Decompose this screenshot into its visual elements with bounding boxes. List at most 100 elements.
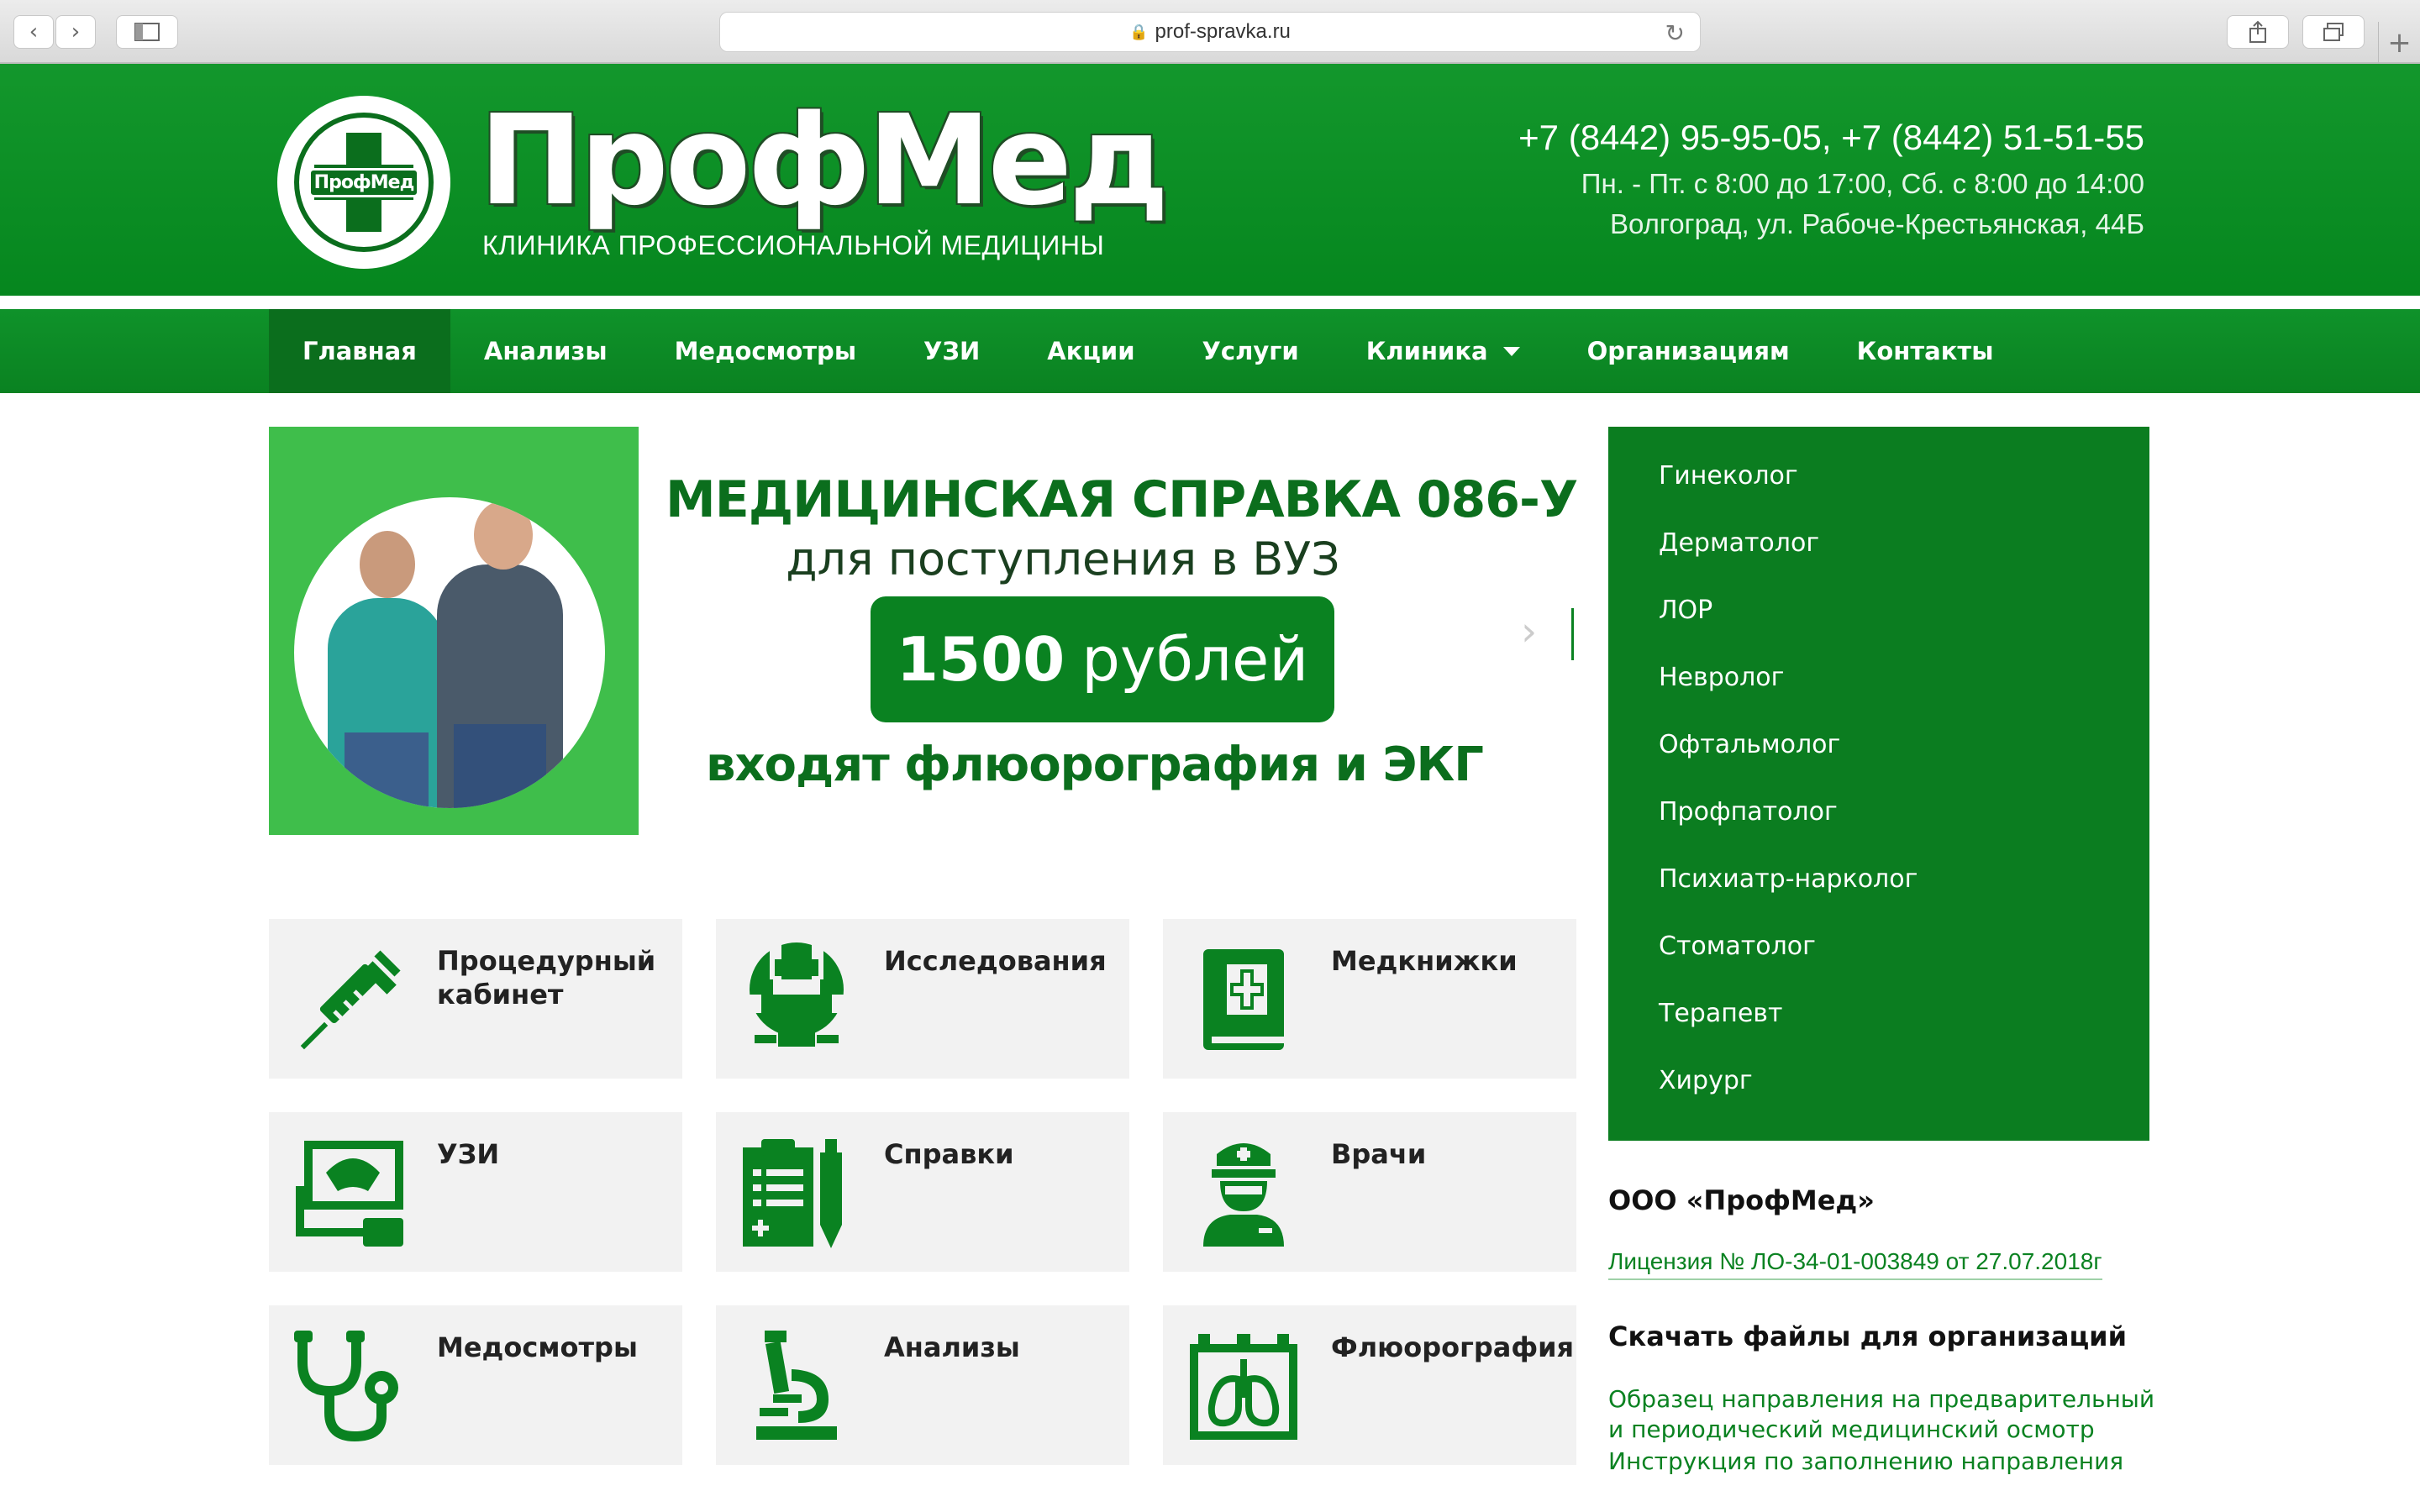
sidebar-item-therapist[interactable]: Терапевт xyxy=(1608,979,2149,1047)
sidebar-item-dentist[interactable]: Стоматолог xyxy=(1608,912,2149,979)
microscope-icon xyxy=(756,1331,837,1440)
sidebar-item-psychiatrist-narcologist[interactable]: Психиатр-нарколог xyxy=(1608,845,2149,912)
slider-indicator[interactable] xyxy=(1571,608,1574,660)
price-badge: 1500 рублей xyxy=(871,596,1334,722)
clinic-seal-logo[interactable]: ПрофМед xyxy=(277,96,450,269)
tile-medical-exams[interactable]: Медосмотры xyxy=(269,1305,682,1465)
tile-analyses[interactable]: Анализы xyxy=(716,1305,1129,1465)
student-boy-legs xyxy=(454,724,546,808)
student-boy-head xyxy=(474,501,533,570)
nav-item-services[interactable]: Услуги xyxy=(1169,309,1333,393)
sidebar-item-ent[interactable]: ЛОР xyxy=(1608,576,2149,643)
browser-toolbar: ‹ › 🔒 prof-spravka.ru ↻ + xyxy=(0,0,2420,64)
tile-medbooks[interactable]: Медкнижки xyxy=(1163,919,1576,1079)
doctors-sidebar-menu: Гинеколог Дерматолог ЛОР Невролог Офталь… xyxy=(1608,427,2149,1141)
promo-banner[interactable]: МЕДИЦИНСКАЯ СПРАВКА 086-У для поступлени… xyxy=(269,427,1578,835)
nav-label: Контакты xyxy=(1856,337,1994,365)
download-referral-sample-link[interactable]: Образец направления на предварительный и… xyxy=(1608,1384,2163,1445)
address-bar[interactable]: 🔒 prof-spravka.ru ↻ xyxy=(719,12,1701,52)
tile-label: УЗИ xyxy=(437,1138,500,1170)
tile-label: Справки xyxy=(884,1138,1014,1170)
price-currency: рублей xyxy=(1081,624,1309,695)
share-icon xyxy=(2249,20,2266,43)
share-button[interactable] xyxy=(2227,15,2289,49)
contact-phones[interactable]: +7 (8442) 95-95-05, +7 (8442) 51-51-55 xyxy=(1518,118,2144,158)
sidebar-item-occupational-pathologist[interactable]: Профпатолог xyxy=(1608,778,2149,845)
nav-item-medical-exams[interactable]: Медосмотры xyxy=(641,309,890,393)
download-instruction-link[interactable]: Инструкция по заполнению направления xyxy=(1608,1446,2163,1477)
plus-icon: + xyxy=(2387,26,2412,60)
nav-item-analyses[interactable]: Анализы xyxy=(450,309,641,393)
license-link[interactable]: Лицензия № ЛО-34-01-003849 от 27.07.2018… xyxy=(1608,1248,2102,1280)
price-amount: 1500 xyxy=(896,624,1065,695)
forward-button[interactable]: › xyxy=(55,15,96,49)
header-divider xyxy=(0,296,2420,301)
tile-label: Процедурный кабинет xyxy=(437,945,656,1011)
nav-label: Анализы xyxy=(483,337,608,365)
tabs-overview-button[interactable] xyxy=(2302,15,2365,49)
nav-label: Организациям xyxy=(1586,337,1790,365)
nav-item-home[interactable]: Главная xyxy=(269,309,450,393)
tile-fluorography[interactable]: Флюорография xyxy=(1163,1305,1576,1465)
tile-certificates[interactable]: Справки xyxy=(716,1112,1129,1272)
seal-ring: ПрофМед xyxy=(294,113,434,252)
nav-item-clinic[interactable]: Клиника xyxy=(1333,309,1554,393)
nav-label: Главная xyxy=(302,337,417,365)
nav-item-ultrasound[interactable]: УЗИ xyxy=(890,309,1013,393)
main-navigation: Главная Анализы Медосмотры УЗИ Акции Усл… xyxy=(0,309,2420,393)
nav-label: Клиника xyxy=(1365,337,1488,365)
tile-label: Врачи xyxy=(1331,1138,1427,1170)
tile-label: Флюорография xyxy=(1331,1331,1575,1363)
student-girl-head xyxy=(360,531,415,598)
tabs-icon xyxy=(2323,23,2344,41)
nav-label: Акции xyxy=(1047,337,1135,365)
xray-lungs-icon xyxy=(1190,1334,1297,1440)
stethoscope-icon xyxy=(294,1331,398,1442)
sidebar-item-neurologist[interactable]: Невролог xyxy=(1608,643,2149,711)
reload-icon[interactable]: ↻ xyxy=(1665,19,1685,47)
chevron-right-icon: › xyxy=(71,19,81,45)
brand-subtitle: КЛИНИКА ПРОФЕССИОНАЛЬНОЙ МЕДИЦИНЫ xyxy=(482,230,1105,260)
banner-subtitle: для поступления в ВУЗ xyxy=(786,533,1340,585)
slider-next-arrow[interactable]: › xyxy=(1521,608,1537,655)
nav-item-organizations[interactable]: Организациям xyxy=(1554,309,1823,393)
new-tab-button[interactable]: + xyxy=(2378,22,2420,64)
tile-label: Медкнижки xyxy=(1331,945,1518,977)
back-button[interactable]: ‹ xyxy=(13,15,54,49)
seal-logo-text: ПрофМед xyxy=(308,167,420,197)
nav-item-promotions[interactable]: Акции xyxy=(1013,309,1168,393)
certificate-icon xyxy=(743,1139,842,1248)
site-header: ПрофМед ПрофМед КЛИНИКА ПРОФЕССИОНАЛЬНОЙ… xyxy=(0,64,2420,301)
medbook-icon xyxy=(1203,949,1284,1050)
tile-research[interactable]: Исследования xyxy=(716,919,1129,1079)
doctor-icon xyxy=(1203,1143,1284,1247)
syringe-icon xyxy=(300,950,401,1050)
brand-name[interactable]: ПрофМед xyxy=(479,97,1170,223)
url-text: prof-spravka.ru xyxy=(1155,20,1291,43)
tile-doctors[interactable]: Врачи xyxy=(1163,1112,1576,1272)
downloads-title: Скачать файлы для организаций xyxy=(1608,1320,2128,1352)
sidebar-icon xyxy=(134,23,160,41)
clinic-address: Волгоград, ул. Рабоче-Крестьянская, 44Б xyxy=(1609,208,2144,239)
research-icon xyxy=(739,942,854,1047)
students-image xyxy=(294,497,605,808)
chevron-left-icon: ‹ xyxy=(29,19,39,45)
tile-ultrasound[interactable]: УЗИ xyxy=(269,1112,682,1272)
sidebar-item-surgeon[interactable]: Хирург xyxy=(1608,1047,2149,1114)
caret-down-icon xyxy=(1502,346,1520,356)
tile-label: Исследования xyxy=(884,945,1107,977)
nav-label: Медосмотры xyxy=(674,337,857,365)
sidebar-item-dermatologist[interactable]: Дерматолог xyxy=(1608,509,2149,576)
tile-label: Медосмотры xyxy=(437,1331,638,1363)
banner-title: МЕДИЦИНСКАЯ СПРАВКА 086-У xyxy=(666,470,1578,529)
organization-title: ООО «ПрофМед» xyxy=(1608,1184,1875,1216)
nav-label: Услуги xyxy=(1202,337,1299,365)
nav-label: УЗИ xyxy=(923,337,981,365)
working-hours: Пн. - Пт. с 8:00 до 17:00, Сб. с 8:00 до… xyxy=(1581,168,2144,199)
sidebar-toggle-button[interactable] xyxy=(116,15,178,49)
tile-procedure-room[interactable]: Процедурный кабинет xyxy=(269,919,682,1079)
sidebar-item-gynecologist[interactable]: Гинеколог xyxy=(1608,442,2149,509)
sidebar-item-ophthalmologist[interactable]: Офтальмолог xyxy=(1608,711,2149,778)
ultrasound-icon xyxy=(296,1141,403,1247)
nav-item-contacts[interactable]: Контакты xyxy=(1823,309,2028,393)
